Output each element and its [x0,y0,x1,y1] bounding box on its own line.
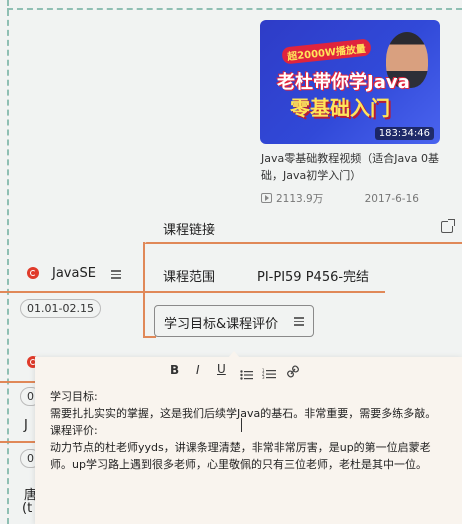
panel-pointer [228,351,240,358]
video-title[interactable]: Java零基础教程视频（适合Java 0基础，Java初学入门） [261,150,446,184]
goal-heading: 学习目标: [50,390,98,403]
italic-button[interactable]: I [196,363,200,377]
connector-line [0,441,35,443]
goal-text: 需要扎扎实实的掌握，这是我们后续学Java的基石。非常重要，需要多练多敲。 [50,407,437,420]
connector-line [143,336,156,338]
editor-content[interactable]: 学习目标: 需要扎扎实实的掌握，这是我们后续学Java的基石。非常重要，需要多练… [50,388,450,473]
goal-label: 学习目标&课程评价 [164,317,279,332]
external-link-icon[interactable] [441,219,455,233]
menu-icon[interactable] [111,268,121,281]
video-thumbnail[interactable]: 超2000W播放量 老杜带你学Java 零基础入门 183:34:46 [260,20,440,144]
partial-label[interactable]: J [24,418,28,433]
numbered-list-icon[interactable]: 123 [262,364,276,380]
thumbnail-subtitle: 零基础入门 [290,96,390,120]
eval-text: 动力节点的杜老师yyds，讲课条理清楚，非常非常厉害，是up的第一位启蒙老师。u… [50,441,431,471]
dashed-frame-top [7,8,462,10]
connector-line [0,291,385,293]
video-date: 2017-6-16 [364,193,419,205]
thumbnail-title: 老杜带你学Java [277,72,410,93]
eval-heading: 课程评价: [50,424,98,437]
course-link-label: 课程链接 [163,223,216,238]
partial-label: (t [22,501,33,516]
menu-icon[interactable] [294,315,304,328]
course-range-value[interactable]: PI-PI59 P456-完结 [257,266,369,285]
bullet-list-icon[interactable] [240,365,253,380]
connector-line [0,381,35,383]
node-label[interactable]: JavaSE [52,266,96,281]
goal-field[interactable]: 学习目标&课程评价 [154,305,314,337]
link-icon[interactable] [287,363,299,378]
course-range-label: 课程范围 [163,270,216,285]
connector-line [145,242,462,244]
bold-button[interactable]: B [170,363,179,377]
date-range-pill[interactable]: 01.01-02.15 [20,299,101,318]
text-cursor [241,418,242,432]
video-meta: 2113.9万 2017-6-16 [261,191,419,206]
dashed-frame-left [7,0,9,524]
views-badge: 超2000W播放量 [281,38,372,65]
record-icon [27,267,39,279]
video-views: 2113.9万 [276,193,324,205]
underline-button[interactable]: U [217,362,226,376]
connector-line [143,242,145,338]
svg-text:3: 3 [262,375,265,379]
play-count-icon [261,193,272,203]
video-duration: 183:34:46 [374,127,434,140]
